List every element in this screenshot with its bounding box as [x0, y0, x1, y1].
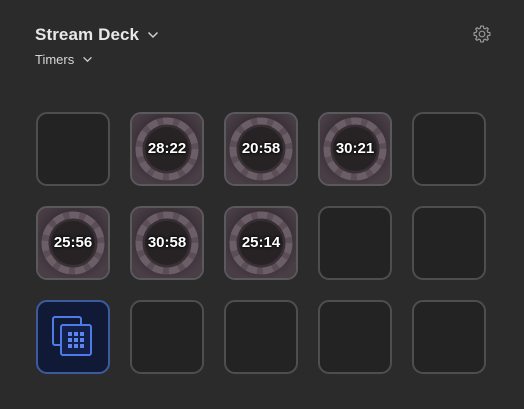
timer-key[interactable]: 20:58 [224, 112, 298, 186]
timer-countdown: 28:22 [147, 140, 187, 157]
empty-key[interactable] [412, 112, 486, 186]
chevron-down-icon [147, 31, 159, 39]
timer-key[interactable]: 30:58 [130, 206, 204, 280]
timer-key[interactable]: 28:22 [130, 112, 204, 186]
profile-name: Timers [35, 52, 75, 67]
gear-icon[interactable] [472, 24, 492, 44]
timer-countdown: 25:56 [53, 234, 93, 251]
stream-deck-panel: Stream Deck Timers 28:22 20:58 30:21 25:… [0, 0, 524, 409]
empty-key[interactable] [224, 300, 298, 374]
timer-countdown: 30:58 [147, 234, 187, 251]
empty-key[interactable] [412, 206, 486, 280]
device-name: Stream Deck [35, 25, 140, 44]
timer-key[interactable]: 30:21 [318, 112, 392, 186]
empty-key[interactable] [318, 300, 392, 374]
timer-key[interactable]: 25:56 [36, 206, 110, 280]
timer-countdown: 20:58 [241, 140, 281, 157]
device-selector[interactable]: Stream Deck [35, 25, 159, 45]
multi-window-grid-icon [52, 316, 92, 356]
profile-selector[interactable]: Timers [35, 52, 93, 67]
empty-key[interactable] [412, 300, 486, 374]
timer-countdown: 25:14 [241, 234, 281, 251]
chevron-down-icon [82, 56, 93, 63]
empty-key[interactable] [36, 112, 110, 186]
timer-key[interactable]: 25:14 [224, 206, 298, 280]
timer-countdown: 30:21 [335, 140, 375, 157]
empty-key[interactable] [130, 300, 204, 374]
key-grid: 28:22 20:58 30:21 25:56 30:58 25:14 [36, 112, 486, 374]
multi-action-key[interactable] [36, 300, 110, 374]
empty-key[interactable] [318, 206, 392, 280]
